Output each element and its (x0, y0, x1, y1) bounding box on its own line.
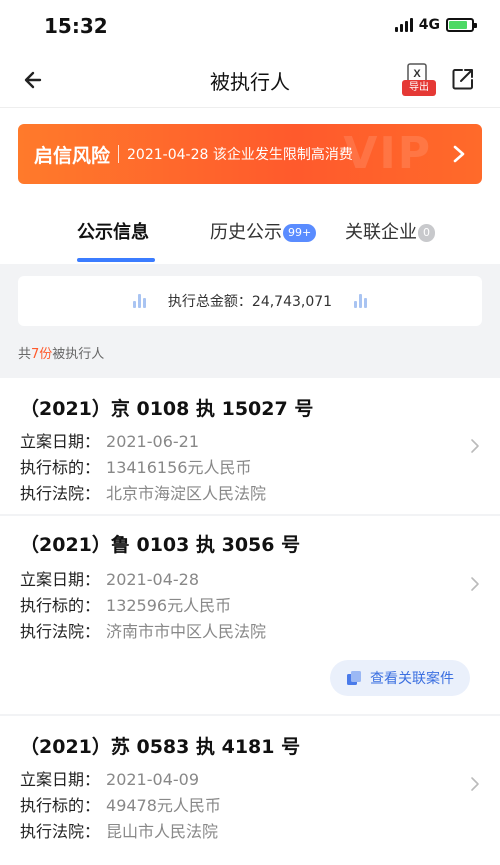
risk-divider (118, 145, 120, 163)
chart-bar-icon (354, 294, 368, 308)
status-time: 15:32 (44, 14, 108, 38)
tab-related-companies[interactable]: 关联企业 0 (345, 218, 435, 244)
filing-date-row: 立案日期： 2021-06-21 (20, 432, 199, 451)
case-number: （2021）苏 0583 执 4181 号 (20, 736, 301, 758)
chart-bar-icon (132, 294, 146, 308)
risk-title: 启信风险 (34, 144, 111, 167)
nav-bar: 被执行人 X 导出 (0, 52, 500, 108)
total-amount: 执行总金额：24,743,071 (167, 294, 333, 310)
risk-text: 2021-04-28 该企业发生限制高消费 (127, 147, 353, 163)
export-button[interactable]: X 导出 (400, 62, 438, 100)
battery-icon (446, 18, 477, 32)
target-row: 执行标的： 49478元人民币 (20, 796, 221, 815)
amount-summary: 执行总金额：24,743,071 (18, 276, 482, 326)
chevron-right-icon (471, 777, 479, 791)
tab-bar: 公示信息 历史公示 99+ 关联企业 0 (0, 210, 500, 264)
target-row: 执行标的： 132596元人民币 (20, 596, 232, 615)
chevron-right-icon (453, 145, 465, 163)
result-count: 共7份被执行人 (18, 347, 105, 362)
status-bar: 15:32 4G (0, 0, 500, 52)
filing-date-row: 立案日期： 2021-04-28 (20, 570, 199, 589)
case-number: （2021）京 0108 执 15027 号 (20, 398, 314, 420)
chevron-right-icon (471, 577, 479, 591)
signal-icon (394, 18, 413, 32)
tab-label: 历史公示 (210, 222, 282, 243)
filing-date-row: 立案日期： 2021-04-09 (20, 770, 199, 789)
case-card[interactable]: （2021）京 0108 执 15027 号 立案日期： 2021-06-21 执… (0, 378, 500, 514)
network-label: 4G (418, 17, 440, 33)
tab-history[interactable]: 历史公示 99+ (210, 218, 317, 244)
target-row: 执行标的： 13416156元人民币 (20, 458, 252, 477)
active-tab-indicator (77, 258, 155, 262)
vip-watermark: VIP (343, 128, 432, 179)
court-row: 执行法院： 北京市海淀区人民法院 (20, 484, 267, 503)
court-row: 执行法院： 济南市市中区人民法院 (20, 622, 267, 641)
tab-label: 公示信息 (77, 222, 149, 243)
related-cases-label: 查看关联案件 (370, 671, 454, 687)
case-card[interactable]: （2021）鲁 0103 执 3056 号 立案日期： 2021-04-28 执行… (0, 516, 500, 714)
tab-count-badge: 99+ (283, 224, 317, 242)
status-indicators: 4G (394, 17, 477, 33)
tab-label: 关联企业 (345, 222, 417, 243)
tab-public-info[interactable]: 公示信息 (77, 218, 149, 244)
case-card[interactable]: （2021）苏 0583 执 4181 号 立案日期： 2021-04-09 执行… (0, 716, 500, 865)
risk-banner[interactable]: 启信风险 2021-04-28 该企业发生限制高消费 VIP (18, 124, 482, 184)
view-related-cases-button[interactable]: 查看关联案件 (330, 660, 470, 696)
tab-count-badge: 0 (418, 224, 435, 242)
chevron-right-icon (471, 439, 479, 453)
excel-icon: X (407, 63, 427, 82)
court-row: 执行法院： 昆山市人民法院 (20, 822, 219, 841)
export-label: 导出 (402, 80, 436, 96)
case-number: （2021）鲁 0103 执 3056 号 (20, 534, 301, 556)
svg-text:X: X (413, 68, 421, 80)
copy-icon (347, 671, 361, 685)
share-icon[interactable] (450, 66, 476, 92)
